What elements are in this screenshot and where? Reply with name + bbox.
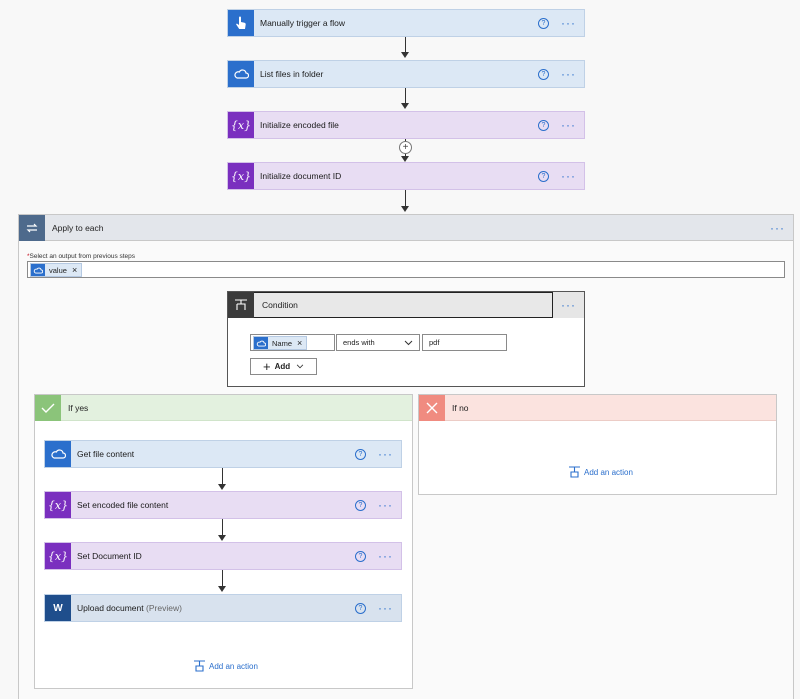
- trigger-card[interactable]: Manually trigger a flow ? ···: [227, 9, 585, 37]
- help-icon[interactable]: ?: [355, 602, 366, 614]
- more-options-icon[interactable]: ···: [553, 292, 584, 318]
- if-no-add-action-link[interactable]: Add an action: [568, 466, 633, 478]
- variable-icon: {x}: [45, 492, 71, 518]
- list-files-title: List files in folder: [260, 69, 324, 79]
- help-icon[interactable]: ?: [355, 499, 366, 511]
- insert-step-plus-icon[interactable]: +: [399, 141, 412, 154]
- upload-document-card[interactable]: W Upload document (Preview) ? ···: [44, 594, 402, 622]
- action-title: Set encoded file content: [77, 500, 169, 510]
- get-file-content-card[interactable]: Get file content ? ···: [44, 440, 402, 468]
- condition-operator-select[interactable]: ends with: [336, 334, 420, 351]
- set-document-id-card[interactable]: {x} Set Document ID ? ···: [44, 542, 402, 570]
- chevron-down-icon: [404, 340, 413, 345]
- init-encoded-title: Initialize encoded file: [260, 120, 339, 130]
- variable-icon: {x}: [228, 163, 254, 189]
- condition-title: Condition: [254, 292, 553, 318]
- loop-icon: [19, 214, 45, 241]
- apply-to-each-title: Apply to each: [52, 222, 104, 233]
- action-title: Get file content: [77, 449, 135, 459]
- variable-icon: {x}: [228, 112, 254, 138]
- condition-icon: [228, 292, 254, 318]
- more-options-icon[interactable]: ···: [561, 119, 576, 131]
- help-icon[interactable]: ?: [538, 17, 549, 29]
- more-options-icon[interactable]: ···: [561, 68, 576, 80]
- onedrive-cloud-icon: [254, 337, 268, 349]
- init-docid-title: Initialize document ID: [260, 171, 342, 181]
- name-token[interactable]: Name ×: [253, 336, 308, 350]
- condition-header[interactable]: Condition ···: [228, 292, 584, 318]
- action-title: Set Document ID: [77, 551, 142, 561]
- help-icon[interactable]: ?: [355, 550, 366, 562]
- help-icon[interactable]: ?: [355, 448, 366, 460]
- onedrive-cloud-icon: [31, 264, 45, 276]
- more-options-icon[interactable]: ···: [378, 602, 393, 614]
- checkmark-icon: [35, 394, 61, 421]
- add-action-icon: [194, 660, 205, 672]
- help-icon[interactable]: ?: [538, 119, 549, 131]
- if-no-container: If no Add an action: [418, 394, 777, 495]
- chevron-down-icon: [296, 364, 304, 369]
- list-files-card[interactable]: List files in folder ? ···: [227, 60, 585, 88]
- more-options-icon[interactable]: ···: [378, 499, 393, 511]
- more-options-icon[interactable]: ···: [378, 550, 393, 562]
- apply-to-each-header[interactable]: Apply to each ···: [19, 214, 793, 241]
- if-yes-header: If yes: [35, 394, 412, 421]
- init-encoded-card[interactable]: {x} Initialize encoded file ? ···: [227, 111, 585, 139]
- help-icon[interactable]: ?: [538, 68, 549, 80]
- more-options-icon[interactable]: ···: [561, 170, 576, 182]
- select-output-label: *Select an output from previous steps: [27, 253, 136, 260]
- init-docid-card[interactable]: {x} Initialize document ID ? ···: [227, 162, 585, 190]
- remove-token-icon[interactable]: ×: [297, 338, 302, 348]
- condition-container: Condition ··· Name × ends with pdf + Add: [227, 291, 585, 387]
- if-no-header: If no: [419, 394, 776, 421]
- help-icon[interactable]: ?: [538, 170, 549, 182]
- remove-token-icon[interactable]: ×: [72, 265, 77, 275]
- trigger-title: Manually trigger a flow: [260, 18, 346, 28]
- onedrive-cloud-icon: [45, 441, 71, 467]
- more-options-icon[interactable]: ···: [770, 221, 785, 235]
- onedrive-cloud-icon: [228, 61, 254, 87]
- more-options-icon[interactable]: ···: [561, 17, 576, 29]
- plus-icon: +: [263, 359, 271, 374]
- condition-operand-field[interactable]: Name ×: [250, 334, 335, 351]
- variable-icon: {x}: [45, 543, 71, 569]
- more-options-icon[interactable]: ···: [378, 448, 393, 460]
- set-encoded-file-card[interactable]: {x} Set encoded file content ? ···: [44, 491, 402, 519]
- close-icon: [419, 394, 445, 421]
- condition-value-field[interactable]: pdf: [422, 334, 507, 351]
- if-yes-title: If yes: [68, 402, 89, 413]
- select-output-field[interactable]: value ×: [27, 261, 785, 278]
- if-yes-add-action-link[interactable]: Add an action: [193, 660, 258, 672]
- add-action-icon: [569, 466, 580, 478]
- action-title: Upload document (Preview): [77, 603, 182, 613]
- condition-add-button[interactable]: + Add: [250, 358, 317, 375]
- if-no-title: If no: [452, 402, 469, 413]
- value-token[interactable]: value ×: [30, 263, 83, 277]
- touch-trigger-icon: [228, 10, 254, 36]
- word-document-icon: W: [45, 595, 71, 621]
